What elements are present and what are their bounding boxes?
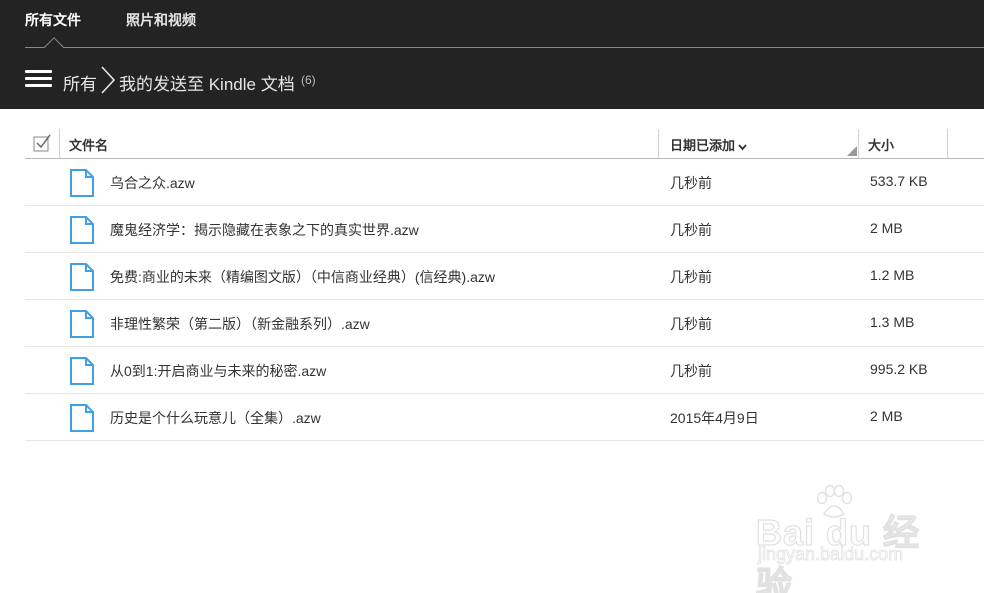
table-row[interactable]: 乌合之众.azw 几秒前 533.7 KB	[25, 159, 984, 206]
table-row[interactable]: 免费:商业的未来（精编图文版）（中信商业经典）(信经典).azw 几秒前 1.2 M…	[25, 253, 984, 300]
table-row[interactable]: 魔鬼经济学：揭示隐藏在表象之下的真实世界.azw 几秒前 2 MB	[25, 206, 984, 253]
file-size: 2 MB	[870, 220, 903, 236]
active-tab-indicator	[44, 37, 64, 57]
column-divider	[59, 129, 60, 158]
checkbox-icon[interactable]	[33, 134, 51, 152]
watermark-url: jingyan.baidu.com	[758, 544, 904, 565]
column-header-date[interactable]: 日期已添加	[670, 129, 747, 158]
table-row[interactable]: 从0到1:开启商业与未来的秘密.azw 几秒前 995.2 KB	[25, 347, 984, 394]
breadcrumb-root[interactable]: 所有	[63, 70, 97, 95]
column-divider[interactable]	[658, 129, 659, 158]
watermark: Bai du 经验 jingyan.baidu.com	[752, 482, 952, 593]
file-size: 2 MB	[870, 408, 903, 424]
file-date-added: 几秒前	[670, 222, 712, 238]
document-icon	[70, 357, 94, 385]
chevron-down-icon	[738, 144, 747, 151]
resize-handle-icon[interactable]	[847, 146, 857, 156]
tab-all-files[interactable]: 所有文件	[25, 10, 81, 30]
file-name[interactable]: 免费:商业的未来（精编图文版）（中信商业经典）(信经典).azw	[110, 267, 495, 287]
document-icon	[70, 169, 94, 197]
document-icon	[70, 263, 94, 291]
file-name[interactable]: 历史是个什么玩意儿（全集）.azw	[110, 408, 321, 428]
column-divider[interactable]	[947, 129, 948, 158]
file-name[interactable]: 乌合之众.azw	[110, 173, 195, 193]
hamburger-icon[interactable]	[25, 68, 53, 90]
tab-divider	[25, 47, 984, 48]
column-header-size[interactable]: 大小	[868, 129, 894, 158]
item-count-badge: (6)	[301, 73, 316, 87]
tab-photos-videos[interactable]: 照片和视频	[126, 10, 196, 30]
breadcrumb: 所有 我的发送至 Kindle 文档 (6)	[0, 60, 984, 100]
file-list: 乌合之众.azw 几秒前 533.7 KB 魔鬼经济学：揭示隐藏在表象之下的真实世界.…	[25, 159, 984, 441]
file-date-added: 几秒前	[670, 316, 712, 332]
file-date-added: 几秒前	[670, 175, 712, 191]
document-icon	[70, 216, 94, 244]
file-size: 533.7 KB	[870, 173, 928, 189]
chevron-right-icon	[101, 66, 116, 94]
file-size: 1.2 MB	[870, 267, 915, 283]
file-name[interactable]: 非理性繁荣（第二版）（新金融系列）.azw	[110, 314, 370, 334]
file-date-added: 几秒前	[670, 269, 712, 285]
table-header: 文件名 日期已添加 大小	[25, 129, 984, 159]
document-icon	[70, 310, 94, 338]
nav-tabs: 所有文件 照片和视频	[0, 0, 984, 57]
file-date-added: 2015年4月9日	[670, 410, 759, 426]
file-name[interactable]: 魔鬼经济学：揭示隐藏在表象之下的真实世界.azw	[110, 220, 419, 240]
column-divider[interactable]	[858, 129, 859, 158]
file-name[interactable]: 从0到1:开启商业与未来的秘密.azw	[110, 361, 326, 381]
table-row[interactable]: 历史是个什么玩意儿（全集）.azw 2015年4月9日 2 MB	[25, 394, 984, 441]
breadcrumb-current: 我的发送至 Kindle 文档	[119, 75, 295, 94]
table-row[interactable]: 非理性繁荣（第二版）（新金融系列）.azw 几秒前 1.3 MB	[25, 300, 984, 347]
file-size: 1.3 MB	[870, 314, 915, 330]
file-date-added: 几秒前	[670, 363, 712, 379]
top-bar: 所有文件 照片和视频 所有 我的发送至 Kindle 文档 (6)	[0, 0, 984, 109]
document-icon	[70, 404, 94, 432]
file-size: 995.2 KB	[870, 361, 928, 377]
column-header-name[interactable]: 文件名	[69, 129, 108, 158]
column-header-date-label: 日期已添加	[670, 138, 736, 153]
